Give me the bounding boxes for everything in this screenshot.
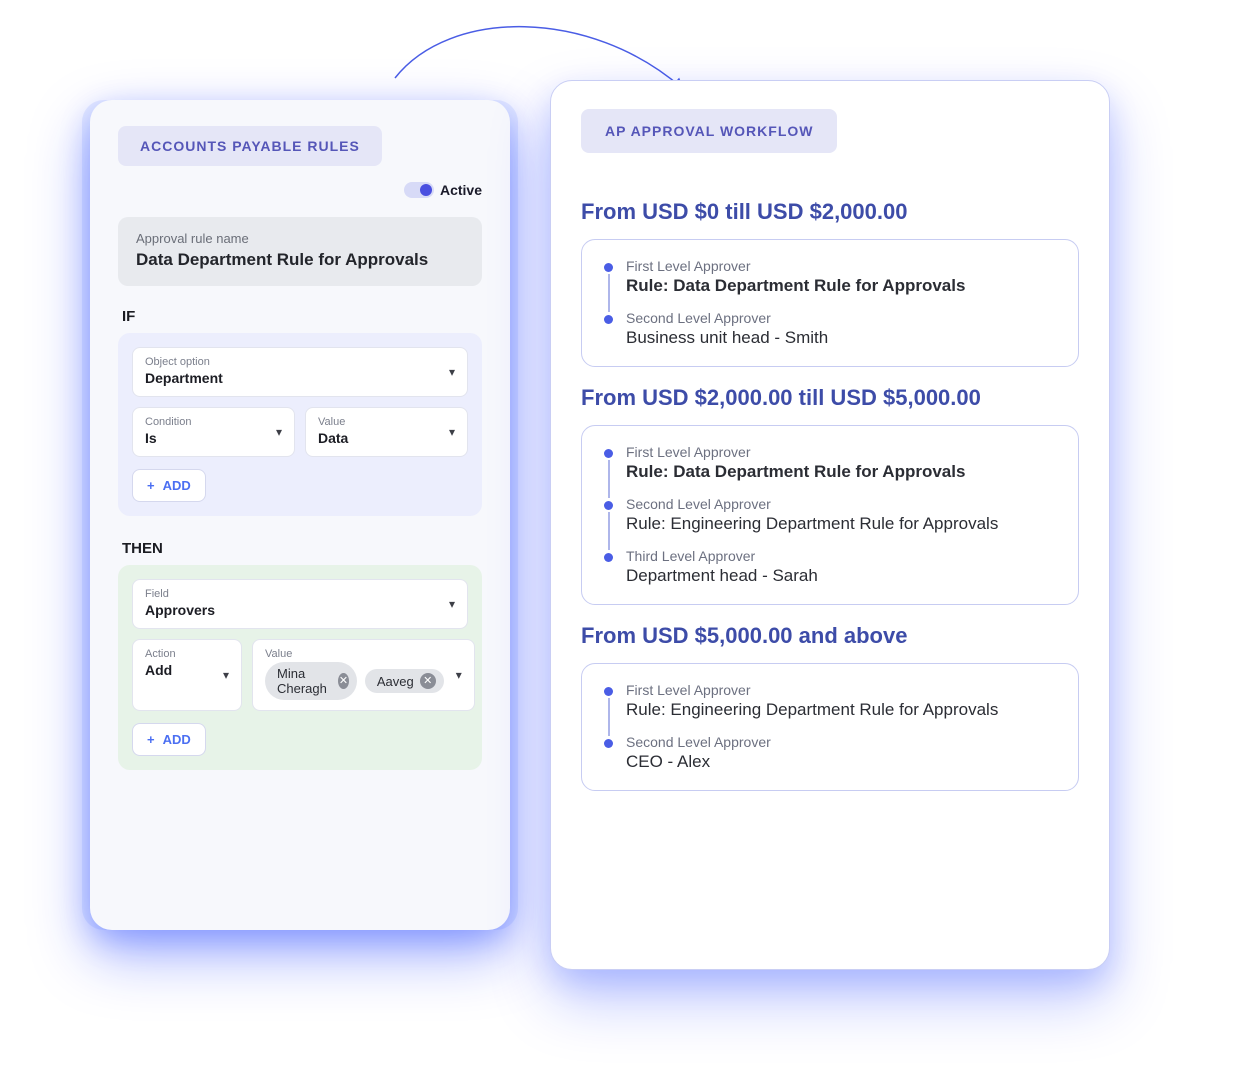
then-value-label: Value <box>265 648 444 660</box>
condition-value: Is <box>145 430 282 446</box>
approver-level-label: Third Level Approver <box>626 548 1058 564</box>
tier-card: First Level Approver Rule: Data Departmen… <box>581 239 1079 367</box>
approver-value: Business unit head - Smith <box>626 328 1058 348</box>
approver-step: First Level Approver Rule: Data Departmen… <box>604 444 1058 482</box>
rule-name-block: Approval rule name Data Department Rule … <box>118 217 482 286</box>
plus-icon: + <box>147 732 155 747</box>
rule-name-value: Data Department Rule for Approvals <box>136 250 464 270</box>
workflow-panel-title: AP APPROVAL WORKFLOW <box>581 109 837 153</box>
if-block: Object option Department ▾ Condition Is … <box>118 333 482 516</box>
approver-step: First Level Approver Rule: Engineering De… <box>604 682 1058 720</box>
approver-chip: Aaveg ✕ <box>365 669 444 693</box>
if-add-label: ADD <box>163 478 191 493</box>
tier-title: From USD $2,000.00 till USD $5,000.00 <box>581 385 1079 411</box>
approver-chip: Mina Cheragh ✕ <box>265 662 357 700</box>
tier-card: First Level Approver Rule: Data Departmen… <box>581 425 1079 605</box>
tier-title: From USD $5,000.00 and above <box>581 623 1079 649</box>
condition-select[interactable]: Condition Is ▾ <box>132 407 295 457</box>
approver-level-label: Second Level Approver <box>626 496 1058 512</box>
chevron-down-icon: ▾ <box>456 668 462 682</box>
approver-value: Rule: Engineering Department Rule for Ap… <box>626 514 1058 534</box>
toggle-track <box>404 182 434 198</box>
then-field-select[interactable]: Field Approvers ▾ <box>132 579 468 629</box>
then-field-label: Field <box>145 588 455 600</box>
chevron-down-icon: ▾ <box>276 425 282 439</box>
then-value-select[interactable]: Value Mina Cheragh ✕ Aaveg ✕ ▾ <box>252 639 475 711</box>
then-block: Field Approvers ▾ Action Add ▾ Value Min… <box>118 565 482 770</box>
then-value-chips: Mina Cheragh ✕ Aaveg ✕ <box>265 662 444 700</box>
plus-icon: + <box>147 478 155 493</box>
chip-remove-icon[interactable]: ✕ <box>420 673 436 689</box>
if-value-select[interactable]: Value Data ▾ <box>305 407 468 457</box>
approver-step: Second Level Approver Business unit head … <box>604 310 1058 348</box>
chevron-down-icon: ▾ <box>449 365 455 379</box>
then-action-value: Add <box>145 662 229 678</box>
if-value-label: Value <box>318 416 455 428</box>
approver-value: Rule: Data Department Rule for Approvals <box>626 462 1058 482</box>
chevron-down-icon: ▾ <box>223 668 229 682</box>
active-label: Active <box>440 182 482 198</box>
active-toggle[interactable]: Active <box>404 182 482 198</box>
if-add-button[interactable]: + ADD <box>132 469 206 502</box>
approver-level-label: First Level Approver <box>626 682 1058 698</box>
approver-level-label: First Level Approver <box>626 258 1058 274</box>
approver-level-label: Second Level Approver <box>626 310 1058 326</box>
then-header: THEN <box>122 540 482 557</box>
object-option-label: Object option <box>145 356 455 368</box>
then-field-value: Approvers <box>145 602 455 618</box>
chevron-down-icon: ▾ <box>449 425 455 439</box>
rules-panel-title: ACCOUNTS PAYABLE RULES <box>118 126 382 166</box>
condition-label: Condition <box>145 416 282 428</box>
if-value-value: Data <box>318 430 455 446</box>
approver-value: CEO - Alex <box>626 752 1058 772</box>
approver-value: Department head - Sarah <box>626 566 1058 586</box>
then-action-label: Action <box>145 648 229 660</box>
then-add-label: ADD <box>163 732 191 747</box>
then-add-button[interactable]: + ADD <box>132 723 206 756</box>
then-action-select[interactable]: Action Add ▾ <box>132 639 242 711</box>
approver-value: Rule: Data Department Rule for Approvals <box>626 276 1058 296</box>
approver-step: Third Level Approver Department head - Sa… <box>604 548 1058 586</box>
chevron-down-icon: ▾ <box>449 597 455 611</box>
approver-level-label: Second Level Approver <box>626 734 1058 750</box>
approver-step: First Level Approver Rule: Data Departmen… <box>604 258 1058 296</box>
object-option-select[interactable]: Object option Department ▾ <box>132 347 468 397</box>
rules-panel: ACCOUNTS PAYABLE RULES Active Approval r… <box>90 100 510 930</box>
approver-value: Rule: Engineering Department Rule for Ap… <box>626 700 1058 720</box>
approver-level-label: First Level Approver <box>626 444 1058 460</box>
chip-remove-icon[interactable]: ✕ <box>338 673 349 689</box>
chip-label: Aaveg <box>377 674 414 689</box>
rule-name-label: Approval rule name <box>136 231 464 246</box>
if-header: IF <box>122 308 482 325</box>
object-option-value: Department <box>145 370 455 386</box>
approver-step: Second Level Approver CEO - Alex <box>604 734 1058 772</box>
workflow-panel: AP APPROVAL WORKFLOW From USD $0 till US… <box>550 80 1110 970</box>
tier-title: From USD $0 till USD $2,000.00 <box>581 199 1079 225</box>
chip-label: Mina Cheragh <box>277 666 332 696</box>
tier-card: First Level Approver Rule: Engineering De… <box>581 663 1079 791</box>
approver-step: Second Level Approver Rule: Engineering D… <box>604 496 1058 534</box>
